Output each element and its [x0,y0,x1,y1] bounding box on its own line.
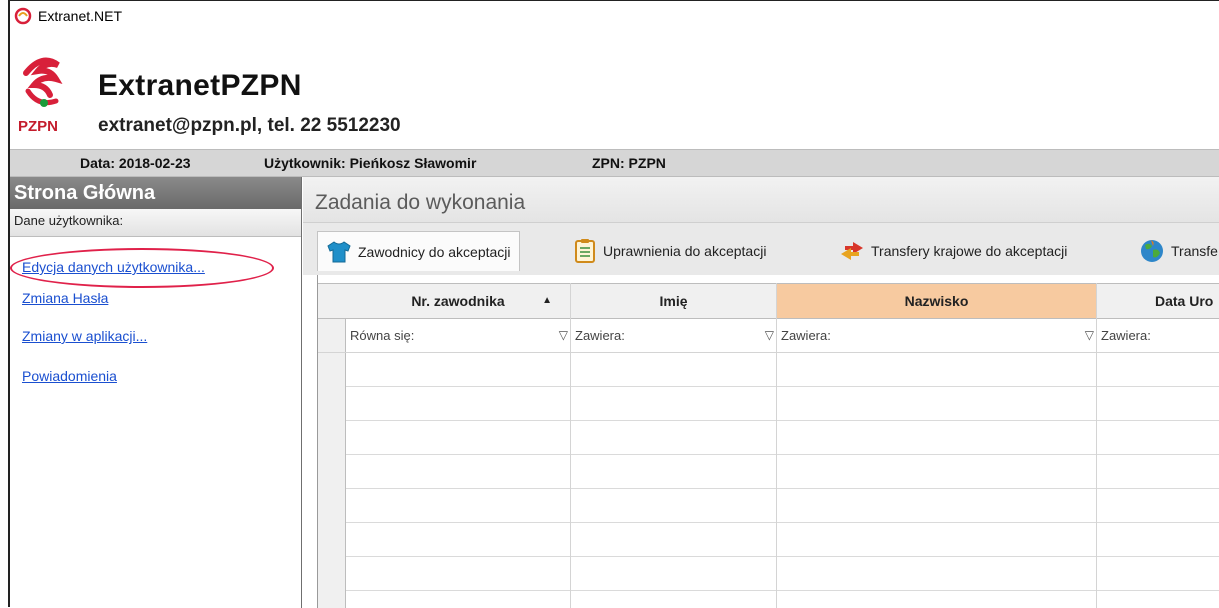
tab-players-to-accept[interactable]: Zawodnicy do akceptacji [317,231,520,271]
column-header-last-name[interactable]: Nazwisko [777,284,1097,318]
app-title: ExtranetPZPN [98,69,302,102]
column-header-player-number[interactable]: Nr. zawodnika ▲ [346,284,571,318]
column-divider [776,283,777,608]
filter-icon[interactable]: ▽ [1085,319,1094,352]
table-row[interactable] [346,421,1219,455]
notifications-link[interactable]: Powiadomienia [22,368,117,384]
grid-header-row: Nr. zawodnika ▲ Imię Nazwisko Data Uro [318,283,1219,319]
sidebar-title: Strona Główna [10,177,301,209]
info-user: Użytkownik: Pieńkosz Sławomir [264,155,477,171]
info-date: Data: 2018-02-23 [80,155,191,171]
filter-cell-last-name[interactable]: Zawiera: ▽ [777,319,1097,352]
table-row[interactable] [346,455,1219,489]
tab-label: Zawodnicy do akceptacji [358,243,511,260]
players-grid: Nr. zawodnika ▲ Imię Nazwisko Data Uro R… [317,275,1219,608]
table-row[interactable] [346,353,1219,387]
svg-text:PZPN: PZPN [18,118,58,135]
table-row[interactable] [346,523,1219,557]
table-row[interactable] [346,489,1219,523]
filter-cell-player-number[interactable]: Równa się: ▽ [346,319,571,352]
sidebar: Strona Główna Dane użytkownika: Edycja d… [10,177,302,608]
globe-icon [1141,240,1163,262]
transfer-arrows-icon [841,242,863,260]
sidebar-section-label: Dane użytkownika: [10,209,301,237]
table-row[interactable] [346,557,1219,591]
column-header-birth-date[interactable]: Data Uro [1097,284,1219,318]
grid-filter-row: Równa się: ▽ Zawiera: ▽ Zawiera: ▽ Zawie… [318,319,1219,353]
filter-cell-first-name[interactable]: Zawiera: ▽ [571,319,777,352]
pzpn-logo: PZPN [18,57,63,135]
app-changes-link[interactable]: Zmiany w aplikacji... [22,328,147,344]
column-divider [570,283,571,608]
filter-cell-birth-date[interactable]: Zawiera: [1097,319,1219,352]
tab-label: Transfery krajowe do akceptacji [871,243,1068,259]
tab-label: Uprawnienia do akceptacji [603,243,767,259]
column-header-first-name[interactable]: Imię [571,284,777,318]
tab-transfers-truncated[interactable]: Transfe [1139,231,1218,271]
tab-permissions-to-accept[interactable]: Uprawnienia do akceptacji [573,231,766,271]
tab-strip: Zawodnicy do akceptacji Uprawnienia do a… [303,223,1219,275]
info-zpn: ZPN: PZPN [592,155,666,171]
sort-ascending-icon: ▲ [542,295,552,306]
column-divider [1096,283,1097,608]
app-contact: extranet@pzpn.pl, tel. 22 5512230 [98,115,401,136]
title-bar: Extranet.NET [10,1,1219,31]
window-title: Extranet.NET [38,8,123,24]
filter-icon[interactable]: ▽ [559,319,568,352]
change-password-link[interactable]: Zmiana Hasła [22,290,108,306]
main-panel: Zadania do wykonania Zawodnicy do akcept… [303,177,1219,608]
main-title: Zadania do wykonania [315,191,526,214]
shirt-icon [327,240,351,262]
tab-domestic-transfers[interactable]: Transfery krajowe do akceptacji [839,231,1067,271]
table-row[interactable] [346,387,1219,421]
app-window: Extranet.NET PZPN ExtranetPZPN extranet@… [8,0,1219,608]
filter-icon[interactable]: ▽ [765,319,774,352]
main-header: Zadania do wykonania [303,177,1219,223]
info-bar: Data: 2018-02-23 Użytkownik: Pieńkosz Sł… [10,149,1219,177]
app-icon [14,7,32,25]
clipboard-icon [575,239,595,263]
tab-label: Transfe [1171,243,1218,259]
edit-user-data-link[interactable]: Edycja danych użytkownika... [22,259,205,275]
